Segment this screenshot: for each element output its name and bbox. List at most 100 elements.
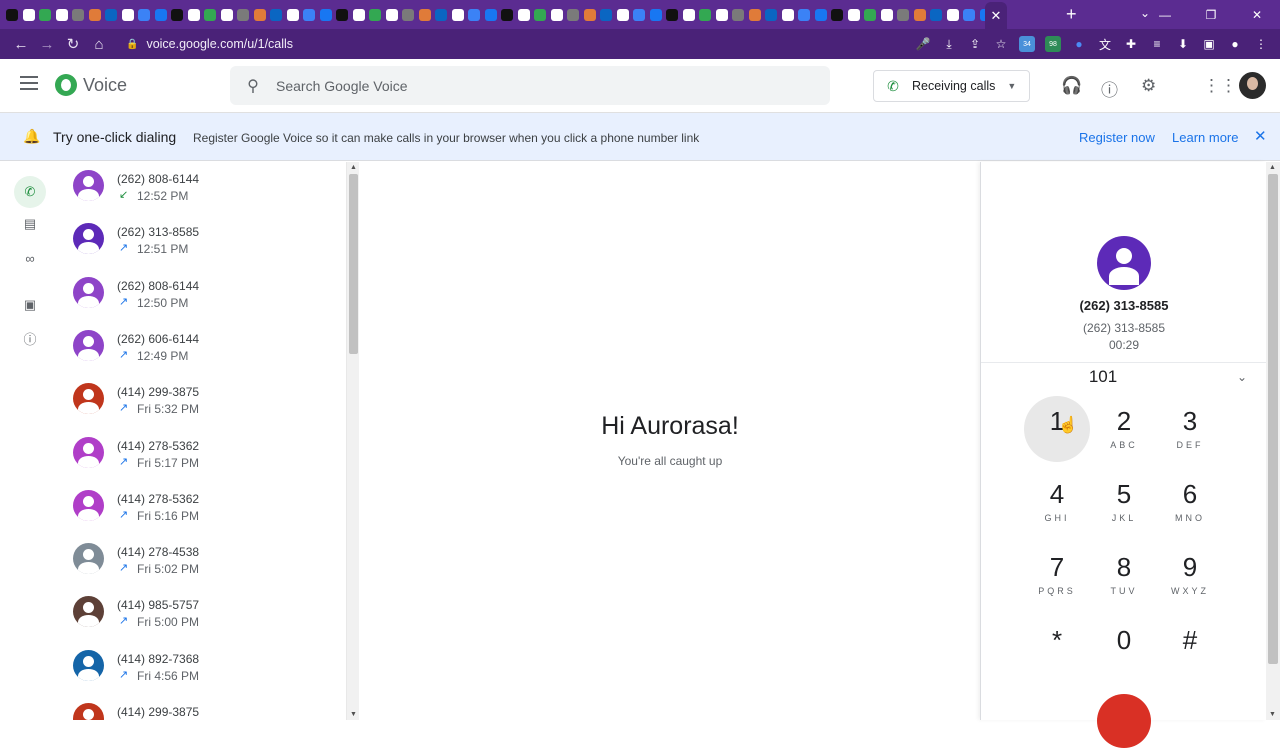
bookmark-star-icon[interactable]: ☆ <box>990 33 1012 55</box>
maximize-button[interactable]: ❐ <box>1188 0 1234 29</box>
call-list-scrollbar[interactable]: ▲ ▼ <box>346 162 359 720</box>
tab-favicon-icon[interactable] <box>385 8 398 21</box>
close-window-button[interactable]: ✕ <box>1234 0 1280 29</box>
help-icon[interactable]: ⓘ <box>1101 76 1118 101</box>
call-row[interactable]: (414) 299-3875↗ <box>60 695 340 720</box>
tab-favicon-icon[interactable] <box>105 8 117 21</box>
tab-favicon-icon[interactable] <box>930 8 942 21</box>
scroll-up-arrow-icon[interactable]: ▲ <box>350 164 357 171</box>
dialpad-key-1[interactable]: 1 <box>1024 396 1090 462</box>
tab-favicon-icon[interactable] <box>6 8 18 21</box>
reload-button[interactable]: ↻ <box>60 31 86 57</box>
scroll-down-arrow-icon[interactable]: ▼ <box>350 711 357 718</box>
call-row[interactable]: (262) 808-6144 ↙ 12:52 PM <box>60 162 340 215</box>
learn-more-link[interactable]: Learn more <box>1172 130 1238 145</box>
tab-favicon-icon[interactable] <box>963 8 975 21</box>
translate-icon[interactable]: 文 <box>1094 33 1116 55</box>
extension-icon-1[interactable]: 34 <box>1019 36 1035 52</box>
tab-favicon-icon[interactable] <box>616 8 629 21</box>
spam-nav-icon[interactable]: ⓘ <box>14 322 46 354</box>
dial-panel-scrollbar[interactable]: ▲ ▼ <box>1266 162 1280 720</box>
search-input[interactable] <box>276 77 776 94</box>
tab-favicon-icon[interactable] <box>88 8 101 21</box>
tab-favicon-icon[interactable] <box>649 8 662 21</box>
tab-favicon-icon[interactable] <box>270 8 282 21</box>
voice-logo[interactable]: Voice <box>55 74 127 96</box>
mic-icon[interactable]: 🎤 <box>912 33 934 55</box>
tab-favicon-icon[interactable] <box>253 8 266 21</box>
active-tab[interactable]: ✕ <box>985 2 1007 29</box>
tab-favicon-icon[interactable] <box>204 8 216 21</box>
tab-favicon-icon[interactable] <box>336 8 348 21</box>
install-icon[interactable]: ⤓ <box>938 33 960 55</box>
tab-favicon-icon[interactable] <box>303 8 315 21</box>
tab-favicon-icon[interactable] <box>418 8 431 21</box>
share-icon[interactable]: ⇪ <box>964 33 986 55</box>
forward-button[interactable]: → <box>34 31 60 57</box>
call-row[interactable]: (414) 299-3875 ↗ Fri 5:32 PM <box>60 375 340 428</box>
headset-icon[interactable]: 🎧 <box>1061 76 1082 96</box>
tab-favicon-icon[interactable] <box>468 8 480 21</box>
tab-favicon-icon[interactable] <box>666 8 678 21</box>
tab-favicon-icon[interactable] <box>369 8 381 21</box>
collapse-dialpad-chevron-icon[interactable]: ⌄ <box>1237 370 1247 384</box>
scrollbar-thumb[interactable] <box>349 174 358 354</box>
scrollbar-thumb[interactable] <box>1268 174 1278 664</box>
dialpad-key-hash[interactable]: # <box>1157 615 1223 681</box>
calls-nav-icon[interactable]: ✆ <box>14 176 46 208</box>
tab-favicon-icon[interactable] <box>814 8 827 21</box>
tab-favicon-icon[interactable] <box>715 8 728 21</box>
main-menu-icon[interactable] <box>20 76 38 94</box>
dialpad-key-8[interactable]: 8 TUV <box>1091 542 1157 608</box>
call-row[interactable]: (262) 808-6144 ↗ 12:50 PM <box>60 269 340 322</box>
tab-favicon-icon[interactable] <box>781 8 794 21</box>
archive-nav-icon[interactable]: ▣ <box>14 289 46 321</box>
tab-favicon-icon[interactable] <box>39 8 51 21</box>
dialpad-key-0[interactable]: 0 <box>1091 615 1157 681</box>
account-avatar[interactable] <box>1239 72 1266 99</box>
tab-favicon-icon[interactable] <box>237 8 249 21</box>
tab-favicon-icon[interactable] <box>72 8 84 21</box>
tab-favicon-icon[interactable] <box>765 8 777 21</box>
tab-favicon-icon[interactable] <box>435 8 447 21</box>
search-bar[interactable]: ⚲ <box>230 66 830 105</box>
dialpad-key-4[interactable]: 4 GHI <box>1024 469 1090 535</box>
tab-favicon-icon[interactable] <box>286 8 299 21</box>
dialpad-key-7[interactable]: 7 PQRS <box>1024 542 1090 608</box>
tab-favicon-icon[interactable] <box>600 8 612 21</box>
reading-list-icon[interactable]: ≡ <box>1146 33 1168 55</box>
tab-favicon-icon[interactable] <box>847 8 860 21</box>
tab-favicon-icon[interactable] <box>913 8 926 21</box>
voicemail-nav-icon[interactable]: ∞ <box>14 242 46 274</box>
dialpad-key-5[interactable]: 5 JKL <box>1091 469 1157 535</box>
tab-favicon-icon[interactable] <box>517 8 530 21</box>
tab-favicon-icon[interactable] <box>138 8 150 21</box>
call-row[interactable]: (262) 606-6144 ↗ 12:49 PM <box>60 322 340 375</box>
address-bar[interactable]: 🔒 voice.google.com/u/1/calls <box>126 37 293 51</box>
tab-favicon-icon[interactable] <box>55 8 68 21</box>
dialpad-key-9[interactable]: 9 WXYZ <box>1157 542 1223 608</box>
tab-favicon-icon[interactable] <box>583 8 596 21</box>
settings-gear-icon[interactable]: ⚙ <box>1141 76 1156 96</box>
banner-close-icon[interactable]: ✕ <box>1254 127 1267 145</box>
tab-favicon-icon[interactable] <box>682 8 695 21</box>
tab-favicon-icon[interactable] <box>154 8 167 21</box>
download-icon[interactable]: ⬇ <box>1172 33 1194 55</box>
tab-favicon-icon[interactable] <box>732 8 744 21</box>
tab-favicon-icon[interactable] <box>187 8 200 21</box>
call-row[interactable]: (414) 985-5757 ↗ Fri 5:00 PM <box>60 588 340 641</box>
tab-favicon-icon[interactable] <box>484 8 497 21</box>
scroll-up-arrow-icon[interactable]: ▲ <box>1269 164 1276 171</box>
tab-favicon-icon[interactable] <box>171 8 183 21</box>
call-row[interactable]: (414) 278-5362 ↗ Fri 5:17 PM <box>60 429 340 482</box>
tab-favicon-icon[interactable] <box>534 8 546 21</box>
tab-favicon-icon[interactable] <box>352 8 365 21</box>
tab-favicon-icon[interactable] <box>402 8 414 21</box>
puzzle-icon[interactable]: ✚ <box>1120 33 1142 55</box>
minimize-button[interactable]: — <box>1142 0 1188 29</box>
back-button[interactable]: ← <box>8 31 34 57</box>
scroll-down-arrow-icon[interactable]: ▼ <box>1269 711 1276 718</box>
tab-favicon-icon[interactable] <box>501 8 513 21</box>
home-button[interactable]: ⌂ <box>86 31 112 57</box>
search-icon[interactable]: ⚲ <box>230 76 276 96</box>
